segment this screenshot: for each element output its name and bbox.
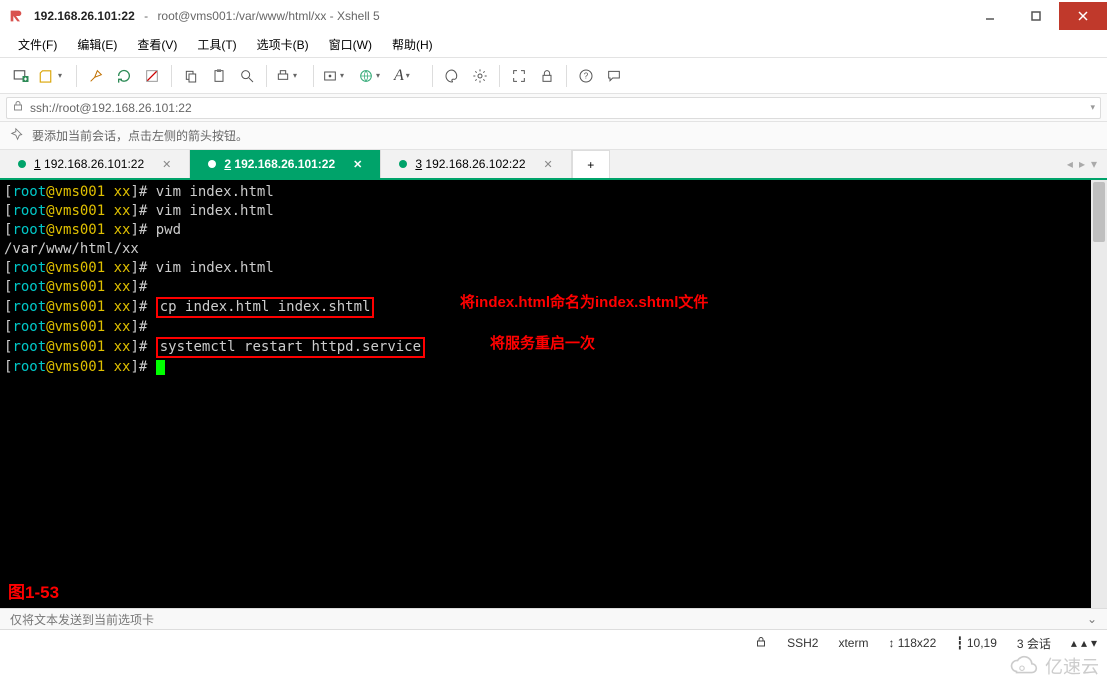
menu-window[interactable]: 窗口(W): [321, 34, 380, 55]
annotation-restart: 将服务重启一次: [490, 334, 595, 353]
menu-file[interactable]: 文件(F): [10, 34, 65, 55]
status-down-icon[interactable]: ▾: [1091, 636, 1097, 650]
tab-2[interactable]: 2 192.168.26.101:22 ✕: [190, 150, 381, 178]
annotation-rename: 将index.html命名为index.shtml文件: [460, 293, 708, 312]
font-dropdown-icon[interactable]: A▾: [392, 63, 426, 89]
title-path-text: root@vms001:/var/www/html/xx - Xshell 5: [157, 9, 379, 23]
title-bar: 192.168.26.101:22 - root@vms001:/var/www…: [0, 0, 1107, 32]
menu-tabs[interactable]: 选项卡(B): [249, 34, 317, 55]
status-size-icon: ↕: [888, 636, 897, 650]
tab-menu-icon[interactable]: ▾: [1091, 157, 1097, 171]
copy-icon[interactable]: [178, 63, 204, 89]
send-hint-bar: 仅将文本发送到当前选项卡 ⌄: [0, 608, 1107, 630]
menu-tools[interactable]: 工具(T): [189, 34, 244, 55]
separator: [171, 65, 172, 87]
cloud-icon: [1005, 655, 1039, 677]
tab-label: 192.168.26.101:22: [44, 157, 144, 171]
title-path: -: [141, 9, 152, 23]
svg-text:?: ?: [584, 71, 589, 80]
tab-close-icon[interactable]: ✕: [544, 158, 553, 171]
tab-3[interactable]: 3 192.168.26.102:22 ✕: [381, 150, 571, 178]
status-termtype: xterm: [838, 636, 868, 650]
disconnect-icon[interactable]: [139, 63, 165, 89]
hint-bar: 要添加当前会话，点击左侧的箭头按钮。: [0, 122, 1107, 150]
status-size: 118x22: [898, 636, 936, 650]
separator: [566, 65, 567, 87]
print-dropdown-icon[interactable]: ▾: [273, 63, 307, 89]
open-dropdown-icon[interactable]: ▾: [36, 63, 70, 89]
menu-help[interactable]: 帮助(H): [384, 34, 441, 55]
separator: [313, 65, 314, 87]
address-lock-icon: [12, 100, 24, 115]
tab-bar: 1 192.168.26.101:22 ✕ 2 192.168.26.101:2…: [0, 150, 1107, 180]
tab-status-icon: [208, 160, 216, 168]
tab-prev-icon[interactable]: ◂: [1067, 157, 1073, 171]
send-hint-dropdown-icon[interactable]: ⌄: [1087, 612, 1097, 626]
figure-label: 图1-53: [8, 583, 59, 602]
tab-label: 192.168.26.101:22: [234, 157, 335, 171]
find-icon[interactable]: [234, 63, 260, 89]
separator: [266, 65, 267, 87]
properties-icon[interactable]: [83, 63, 109, 89]
status-proto: SSH2: [787, 636, 818, 650]
reconnect-icon[interactable]: [111, 63, 137, 89]
menu-bar: 文件(F) 编辑(E) 查看(V) 工具(T) 选项卡(B) 窗口(W) 帮助(…: [0, 32, 1107, 58]
tools-dropdown-icon[interactable]: ▾: [320, 63, 354, 89]
hint-pin-icon[interactable]: [10, 127, 24, 144]
status-bar: SSH2 xterm ↕ 118x22 ┇ 10,19 3 会话 ▴ ▴ ▾: [0, 630, 1107, 656]
address-bar: ssh://root@192.168.26.101:22 ▾: [0, 94, 1107, 122]
paste-icon[interactable]: [206, 63, 232, 89]
terminal[interactable]: [root@vms001 xx]# vim index.html [root@v…: [0, 180, 1107, 608]
menu-edit[interactable]: 编辑(E): [69, 34, 125, 55]
tab-close-icon[interactable]: ✕: [353, 158, 362, 171]
separator: [432, 65, 433, 87]
tab-number: 1: [34, 157, 41, 171]
tab-number: 2: [224, 157, 231, 171]
scrollbar-thumb[interactable]: [1093, 182, 1105, 242]
app-icon: [8, 8, 24, 24]
window-controls: [967, 2, 1107, 30]
tab-nav: ◂ ▸ ▾: [1067, 150, 1107, 178]
address-dropdown-icon[interactable]: ▾: [1090, 102, 1095, 113]
watermark: 亿速云: [1005, 653, 1099, 679]
status-pos: 10,19: [967, 636, 997, 650]
address-input[interactable]: ssh://root@192.168.26.101:22 ▾: [6, 97, 1101, 119]
fullscreen-icon[interactable]: [506, 63, 532, 89]
status-lock-icon: [755, 636, 767, 651]
separator: [499, 65, 500, 87]
status-up2-icon[interactable]: ▴: [1081, 636, 1087, 650]
tab-next-icon[interactable]: ▸: [1079, 157, 1085, 171]
help-icon[interactable]: ?: [573, 63, 599, 89]
tab-close-icon[interactable]: ✕: [162, 158, 171, 171]
tab-status-icon: [399, 160, 407, 168]
globe-dropdown-icon[interactable]: ▾: [356, 63, 390, 89]
maximize-button[interactable]: [1013, 2, 1059, 30]
tab-1[interactable]: 1 192.168.26.101:22 ✕: [0, 150, 190, 178]
separator: [76, 65, 77, 87]
tab-status-icon: [18, 160, 26, 168]
status-sessions: 3 会话: [1017, 635, 1051, 652]
status-up-icon[interactable]: ▴: [1071, 636, 1077, 650]
close-button[interactable]: [1059, 2, 1107, 30]
lock-icon[interactable]: [534, 63, 560, 89]
minimize-button[interactable]: [967, 2, 1013, 30]
toolbar: ▾ ▾ ▾ ▾ A▾ ?: [0, 58, 1107, 94]
gear-icon[interactable]: [467, 63, 493, 89]
watermark-text: 亿速云: [1045, 653, 1099, 679]
palette-icon[interactable]: [439, 63, 465, 89]
tab-label: 192.168.26.102:22: [425, 157, 525, 171]
status-cursor-icon: ┇: [956, 636, 963, 650]
hint-text: 要添加当前会话，点击左侧的箭头按钮。: [32, 127, 248, 144]
chat-icon[interactable]: [601, 63, 627, 89]
new-session-icon[interactable]: [8, 63, 34, 89]
address-text: ssh://root@192.168.26.101:22: [30, 101, 192, 115]
scrollbar[interactable]: [1091, 180, 1107, 608]
title-session: 192.168.26.101:22: [34, 9, 135, 23]
menu-view[interactable]: 查看(V): [129, 34, 185, 55]
send-hint-text: 仅将文本发送到当前选项卡: [10, 611, 154, 628]
tab-add-button[interactable]: +: [572, 150, 610, 178]
tab-number: 3: [415, 157, 422, 171]
